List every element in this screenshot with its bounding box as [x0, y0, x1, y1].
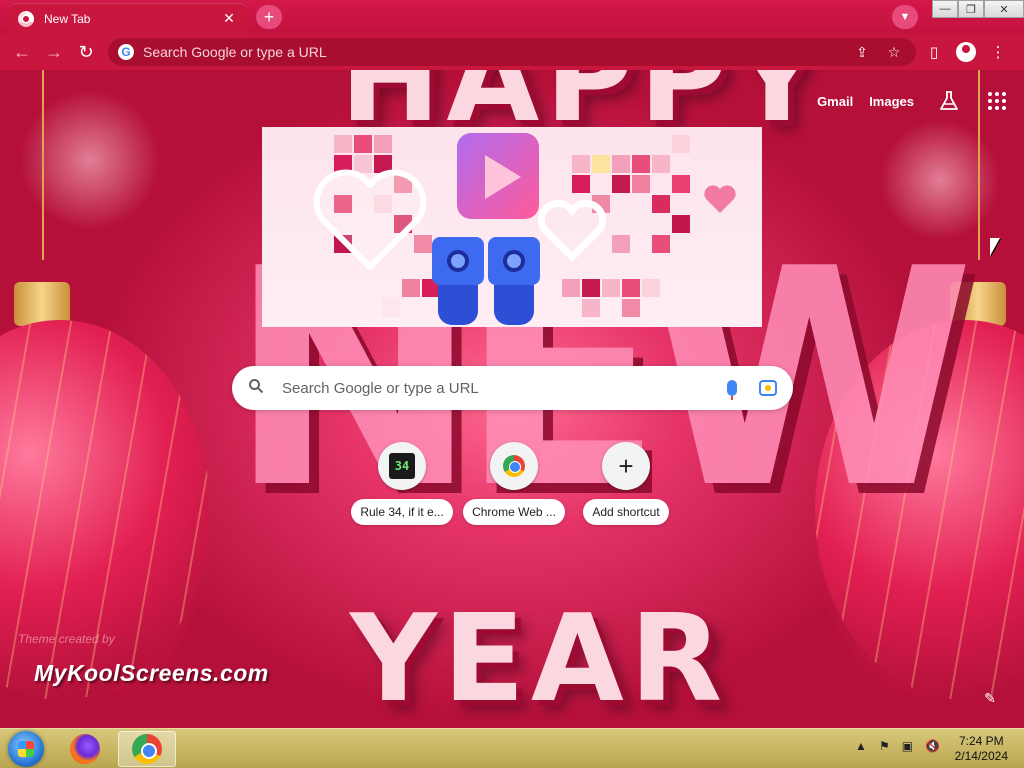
customize-pencil-icon[interactable]: ✎ [978, 686, 1002, 710]
start-button[interactable] [8, 731, 44, 767]
toolbar-right-group: ▯ ⋮ [918, 36, 1014, 68]
tab-new-tab[interactable]: New Tab ✕ [8, 3, 248, 34]
tab-close-button[interactable]: ✕ [220, 10, 238, 27]
chrome-icon [132, 734, 162, 764]
restore-button[interactable]: ❐ [958, 0, 984, 18]
window-controls: — ❐ ✕ [932, 0, 1024, 18]
doodle-robot-right [488, 237, 540, 325]
gmail-link[interactable]: Gmail [817, 94, 853, 109]
clock-date: 2/14/2024 [954, 749, 1008, 763]
browser-toolbar: ← → ↻ G Search Google or type a URL ⇪ ☆ … [0, 34, 1024, 70]
ntp-search-placeholder: Search Google or type a URL [282, 379, 479, 397]
firefox-icon [70, 734, 100, 764]
bookmark-star-icon[interactable]: ☆ [882, 44, 906, 61]
tab-strip: New Tab ✕ + ▼ — ❐ ✕ [0, 0, 1024, 34]
shortcut-tile[interactable]: 34 [378, 442, 426, 490]
new-tab-button[interactable]: + [256, 5, 282, 29]
taskbar-firefox[interactable] [56, 731, 114, 767]
volume-muted-icon[interactable]: 🔇 [925, 739, 940, 753]
search-icon [248, 378, 270, 399]
google-apps-grid-icon[interactable] [988, 92, 1006, 110]
omnibox-placeholder: Search Google or type a URL [143, 44, 327, 60]
doodle-robot-left [432, 237, 484, 325]
theme-brand-link[interactable]: MyKoolScreens.com [34, 660, 269, 687]
plus-icon: + [618, 450, 634, 481]
theme-credit-text: Theme created by [18, 632, 115, 646]
images-link[interactable]: Images [869, 94, 914, 109]
rule34-favicon-icon: 34 [389, 453, 415, 479]
doodle-pink-heart-icon [704, 185, 736, 213]
reload-button[interactable]: ↻ [70, 36, 102, 68]
shortcut-label[interactable]: Chrome Web ... [463, 499, 565, 525]
google-g-icon: G [118, 44, 134, 60]
background-year-text: YEAR [350, 590, 729, 728]
doodle-heart-icon [313, 169, 427, 270]
back-button[interactable]: ← [6, 36, 38, 68]
window-close-button[interactable]: ✕ [984, 0, 1024, 18]
system-tray: ▲ ⚑ ▣ 🔇 [843, 739, 940, 753]
share-icon[interactable]: ⇪ [850, 44, 874, 61]
chrome-menu-button[interactable]: ⋮ [982, 36, 1014, 68]
shortcut-add[interactable]: + Add shortcut [570, 442, 682, 525]
doodle-play-icon [457, 133, 539, 219]
ntp-top-links: Gmail Images [801, 90, 1006, 112]
shortcut-tile[interactable] [490, 442, 538, 490]
ntp-shortcuts: 34 Rule 34, if it e... Chrome Web ... + … [346, 442, 682, 525]
action-center-flag-icon[interactable]: ⚑ [879, 739, 890, 753]
network-icon[interactable]: ▣ [902, 739, 913, 753]
labs-flask-icon[interactable] [938, 90, 960, 112]
tab-search-button[interactable]: ▼ [892, 5, 918, 29]
tray-chevron-up-icon[interactable]: ▲ [855, 739, 867, 753]
side-panel-button[interactable]: ▯ [918, 36, 950, 68]
shortcut-tile[interactable]: + [602, 442, 650, 490]
chrome-favicon-icon [18, 10, 34, 27]
doodle-heart-hand-icon [537, 199, 607, 262]
mouse-cursor-icon [990, 238, 1000, 256]
ntp-search-box[interactable]: Search Google or type a URL [232, 366, 793, 410]
profile-avatar-icon[interactable] [956, 42, 976, 62]
google-doodle[interactable] [262, 127, 762, 327]
voice-search-mic-icon[interactable] [727, 380, 737, 400]
clock-time: 7:24 PM [958, 734, 1004, 748]
ornament-cord-left [42, 70, 44, 260]
shortcut-rule34[interactable]: 34 Rule 34, if it e... [346, 442, 458, 525]
shortcut-label[interactable]: Rule 34, if it e... [351, 499, 453, 525]
new-tab-page: HAPPY NEW YEAR Gmail Images Search Googl… [0, 70, 1024, 728]
forward-button[interactable]: → [38, 36, 70, 68]
omnibox[interactable]: G Search Google or type a URL ⇪ ☆ [108, 38, 916, 66]
google-lens-icon[interactable] [759, 380, 777, 396]
windows-taskbar: ▲ ⚑ ▣ 🔇 7:24 PM 2/14/2024 [0, 728, 1024, 768]
tab-title: New Tab [44, 11, 91, 26]
chrome-web-store-icon [503, 455, 525, 477]
taskbar-clock[interactable]: 7:24 PM 2/14/2024 [955, 734, 1008, 764]
taskbar-chrome[interactable] [118, 731, 176, 767]
shortcut-chrome-web-store[interactable]: Chrome Web ... [458, 442, 570, 525]
minimize-button[interactable]: — [932, 0, 958, 18]
shortcut-label[interactable]: Add shortcut [583, 499, 669, 525]
chevron-down-icon: ▼ [899, 11, 911, 23]
